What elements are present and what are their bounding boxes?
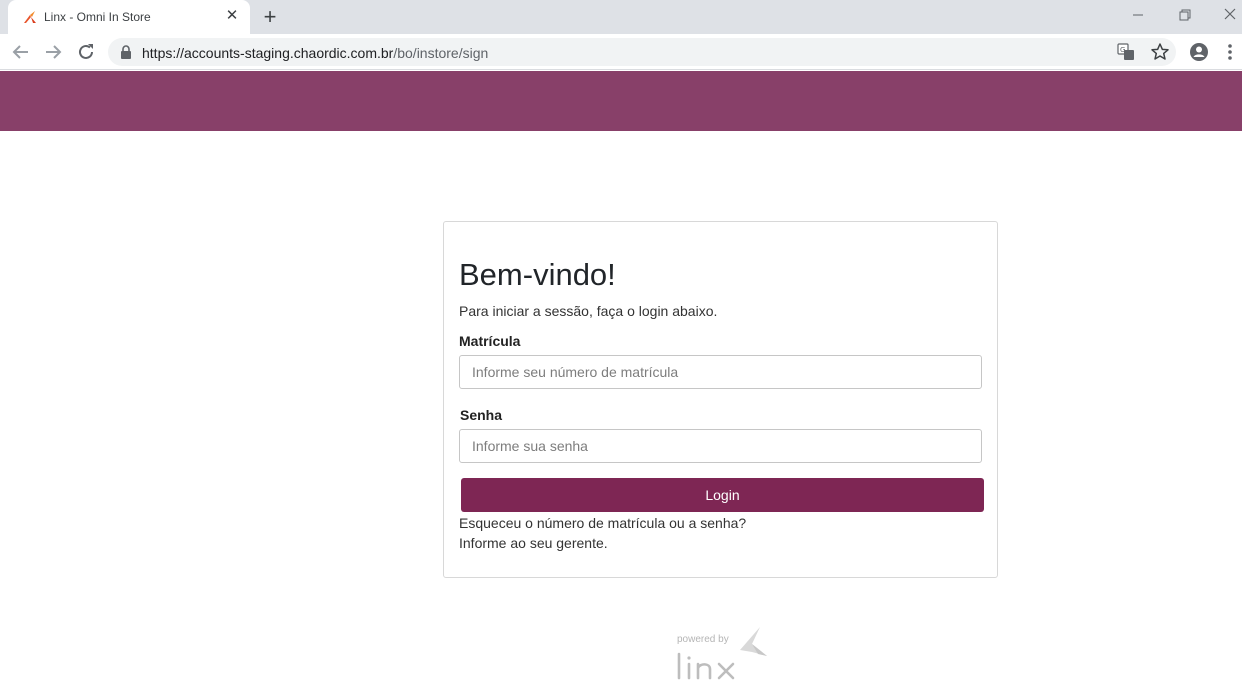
restore-icon[interactable] bbox=[1172, 5, 1196, 25]
tab-strip: Linx - Omni In Store ✕ + bbox=[0, 0, 1242, 34]
help-text-forgot: Esqueceu o número de matrícula ou a senh… bbox=[459, 515, 747, 531]
profile-icon[interactable] bbox=[1188, 41, 1210, 63]
menu-icon[interactable] bbox=[1222, 41, 1238, 63]
forward-icon[interactable] bbox=[42, 41, 64, 63]
url-path: /bo/instore/sign bbox=[393, 45, 489, 61]
close-icon[interactable]: ✕ bbox=[224, 8, 240, 24]
matricula-input[interactable] bbox=[459, 355, 982, 389]
page-header-bar bbox=[0, 71, 1242, 131]
url-host: https://accounts-staging.chaordic.com.br bbox=[142, 45, 394, 61]
page-title: Bem-vindo! bbox=[459, 257, 616, 292]
tab-title: Linx - Omni In Store bbox=[44, 10, 151, 24]
reload-icon[interactable] bbox=[75, 41, 97, 63]
back-icon[interactable] bbox=[10, 41, 32, 63]
translate-icon[interactable]: G bbox=[1117, 43, 1135, 61]
minimize-icon[interactable] bbox=[1126, 5, 1150, 25]
browser-toolbar: https://accounts-staging.chaordic.com.br… bbox=[0, 34, 1242, 70]
window-close-icon[interactable] bbox=[1218, 5, 1242, 25]
login-subtitle: Para iniciar a sessão, faça o login abai… bbox=[459, 303, 718, 319]
svg-text:G: G bbox=[1120, 46, 1125, 54]
plus-icon[interactable]: + bbox=[260, 6, 280, 28]
matricula-label: Matrícula bbox=[459, 333, 521, 349]
help-text-manager: Informe ao seu gerente. bbox=[459, 535, 608, 551]
star-icon[interactable] bbox=[1150, 42, 1170, 62]
login-button[interactable]: Login bbox=[461, 478, 984, 512]
linx-logo bbox=[677, 627, 767, 680]
login-card: Bem-vindo! Para iniciar a sessão, faça o… bbox=[443, 221, 998, 578]
senha-label: Senha bbox=[460, 407, 503, 423]
url-text: https://accounts-staging.chaordic.com.br… bbox=[142, 45, 488, 61]
linx-favicon-icon bbox=[24, 11, 36, 23]
browser-tab[interactable]: Linx - Omni In Store ✕ bbox=[8, 0, 250, 34]
senha-input[interactable] bbox=[459, 429, 982, 463]
address-bar[interactable]: https://accounts-staging.chaordic.com.br… bbox=[108, 38, 1176, 66]
lock-icon bbox=[121, 45, 131, 59]
